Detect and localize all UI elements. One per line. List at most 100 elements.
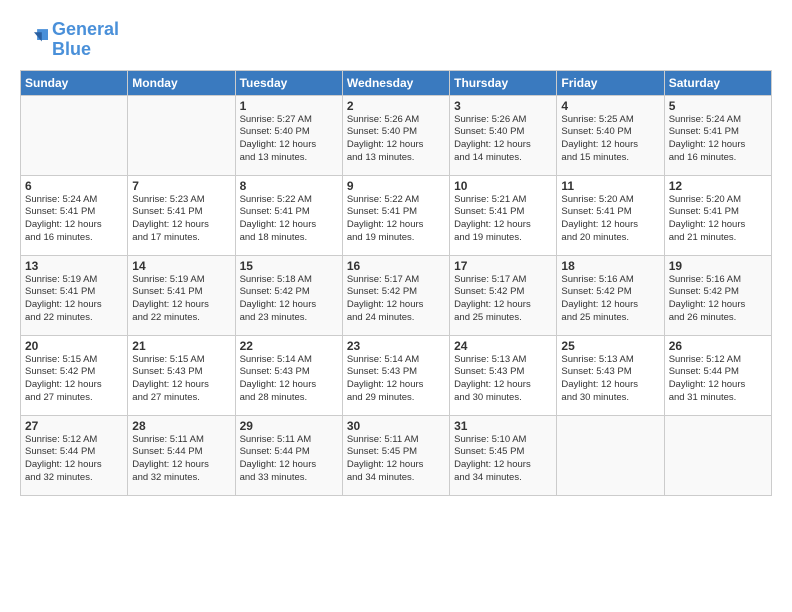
week-row-4: 20Sunrise: 5:15 AM Sunset: 5:42 PM Dayli… xyxy=(21,335,772,415)
day-info: Sunrise: 5:14 AM Sunset: 5:43 PM Dayligh… xyxy=(347,354,445,405)
day-info: Sunrise: 5:20 AM Sunset: 5:41 PM Dayligh… xyxy=(669,194,767,245)
day-number: 5 xyxy=(669,99,767,113)
calendar-cell: 20Sunrise: 5:15 AM Sunset: 5:42 PM Dayli… xyxy=(21,335,128,415)
day-number: 17 xyxy=(454,259,552,273)
day-number: 10 xyxy=(454,179,552,193)
logo-icon xyxy=(20,26,48,54)
calendar-cell: 27Sunrise: 5:12 AM Sunset: 5:44 PM Dayli… xyxy=(21,415,128,495)
day-number: 23 xyxy=(347,339,445,353)
calendar-cell: 29Sunrise: 5:11 AM Sunset: 5:44 PM Dayli… xyxy=(235,415,342,495)
day-header-wednesday: Wednesday xyxy=(342,70,449,95)
day-header-saturday: Saturday xyxy=(664,70,771,95)
day-info: Sunrise: 5:12 AM Sunset: 5:44 PM Dayligh… xyxy=(669,354,767,405)
day-info: Sunrise: 5:23 AM Sunset: 5:41 PM Dayligh… xyxy=(132,194,230,245)
day-number: 9 xyxy=(347,179,445,193)
day-number: 16 xyxy=(347,259,445,273)
calendar-cell: 10Sunrise: 5:21 AM Sunset: 5:41 PM Dayli… xyxy=(450,175,557,255)
day-info: Sunrise: 5:16 AM Sunset: 5:42 PM Dayligh… xyxy=(669,274,767,325)
calendar-cell: 31Sunrise: 5:10 AM Sunset: 5:45 PM Dayli… xyxy=(450,415,557,495)
day-info: Sunrise: 5:22 AM Sunset: 5:41 PM Dayligh… xyxy=(347,194,445,245)
calendar-cell: 24Sunrise: 5:13 AM Sunset: 5:43 PM Dayli… xyxy=(450,335,557,415)
day-number: 26 xyxy=(669,339,767,353)
day-info: Sunrise: 5:19 AM Sunset: 5:41 PM Dayligh… xyxy=(25,274,123,325)
calendar-cell: 5Sunrise: 5:24 AM Sunset: 5:41 PM Daylig… xyxy=(664,95,771,175)
calendar-cell: 3Sunrise: 5:26 AM Sunset: 5:40 PM Daylig… xyxy=(450,95,557,175)
calendar-cell: 2Sunrise: 5:26 AM Sunset: 5:40 PM Daylig… xyxy=(342,95,449,175)
day-number: 3 xyxy=(454,99,552,113)
day-number: 25 xyxy=(561,339,659,353)
calendar-cell: 9Sunrise: 5:22 AM Sunset: 5:41 PM Daylig… xyxy=(342,175,449,255)
day-number: 24 xyxy=(454,339,552,353)
day-info: Sunrise: 5:24 AM Sunset: 5:41 PM Dayligh… xyxy=(25,194,123,245)
day-header-sunday: Sunday xyxy=(21,70,128,95)
day-header-tuesday: Tuesday xyxy=(235,70,342,95)
calendar-cell: 16Sunrise: 5:17 AM Sunset: 5:42 PM Dayli… xyxy=(342,255,449,335)
header-row: SundayMondayTuesdayWednesdayThursdayFrid… xyxy=(21,70,772,95)
calendar-table: SundayMondayTuesdayWednesdayThursdayFrid… xyxy=(20,70,772,496)
day-info: Sunrise: 5:22 AM Sunset: 5:41 PM Dayligh… xyxy=(240,194,338,245)
day-info: Sunrise: 5:13 AM Sunset: 5:43 PM Dayligh… xyxy=(561,354,659,405)
calendar-cell: 22Sunrise: 5:14 AM Sunset: 5:43 PM Dayli… xyxy=(235,335,342,415)
week-row-2: 6Sunrise: 5:24 AM Sunset: 5:41 PM Daylig… xyxy=(21,175,772,255)
day-info: Sunrise: 5:13 AM Sunset: 5:43 PM Dayligh… xyxy=(454,354,552,405)
day-info: Sunrise: 5:17 AM Sunset: 5:42 PM Dayligh… xyxy=(454,274,552,325)
day-number: 14 xyxy=(132,259,230,273)
day-number: 27 xyxy=(25,419,123,433)
day-number: 6 xyxy=(25,179,123,193)
day-number: 15 xyxy=(240,259,338,273)
calendar-cell: 21Sunrise: 5:15 AM Sunset: 5:43 PM Dayli… xyxy=(128,335,235,415)
day-info: Sunrise: 5:15 AM Sunset: 5:42 PM Dayligh… xyxy=(25,354,123,405)
day-info: Sunrise: 5:16 AM Sunset: 5:42 PM Dayligh… xyxy=(561,274,659,325)
day-number: 22 xyxy=(240,339,338,353)
day-info: Sunrise: 5:17 AM Sunset: 5:42 PM Dayligh… xyxy=(347,274,445,325)
calendar-cell: 11Sunrise: 5:20 AM Sunset: 5:41 PM Dayli… xyxy=(557,175,664,255)
day-number: 29 xyxy=(240,419,338,433)
week-row-3: 13Sunrise: 5:19 AM Sunset: 5:41 PM Dayli… xyxy=(21,255,772,335)
calendar-cell: 7Sunrise: 5:23 AM Sunset: 5:41 PM Daylig… xyxy=(128,175,235,255)
day-info: Sunrise: 5:11 AM Sunset: 5:45 PM Dayligh… xyxy=(347,434,445,485)
calendar-cell: 17Sunrise: 5:17 AM Sunset: 5:42 PM Dayli… xyxy=(450,255,557,335)
day-info: Sunrise: 5:11 AM Sunset: 5:44 PM Dayligh… xyxy=(240,434,338,485)
day-number: 8 xyxy=(240,179,338,193)
page-header: General Blue xyxy=(20,20,772,60)
day-info: Sunrise: 5:24 AM Sunset: 5:41 PM Dayligh… xyxy=(669,114,767,165)
day-info: Sunrise: 5:12 AM Sunset: 5:44 PM Dayligh… xyxy=(25,434,123,485)
day-info: Sunrise: 5:19 AM Sunset: 5:41 PM Dayligh… xyxy=(132,274,230,325)
calendar-cell: 12Sunrise: 5:20 AM Sunset: 5:41 PM Dayli… xyxy=(664,175,771,255)
calendar-cell xyxy=(128,95,235,175)
day-info: Sunrise: 5:14 AM Sunset: 5:43 PM Dayligh… xyxy=(240,354,338,405)
calendar-cell: 8Sunrise: 5:22 AM Sunset: 5:41 PM Daylig… xyxy=(235,175,342,255)
calendar-cell xyxy=(21,95,128,175)
day-number: 11 xyxy=(561,179,659,193)
calendar-cell: 30Sunrise: 5:11 AM Sunset: 5:45 PM Dayli… xyxy=(342,415,449,495)
day-header-monday: Monday xyxy=(128,70,235,95)
calendar-cell xyxy=(664,415,771,495)
day-number: 13 xyxy=(25,259,123,273)
day-number: 20 xyxy=(25,339,123,353)
week-row-5: 27Sunrise: 5:12 AM Sunset: 5:44 PM Dayli… xyxy=(21,415,772,495)
day-number: 31 xyxy=(454,419,552,433)
calendar-cell: 28Sunrise: 5:11 AM Sunset: 5:44 PM Dayli… xyxy=(128,415,235,495)
day-info: Sunrise: 5:18 AM Sunset: 5:42 PM Dayligh… xyxy=(240,274,338,325)
logo-text: General Blue xyxy=(52,20,119,60)
day-info: Sunrise: 5:26 AM Sunset: 5:40 PM Dayligh… xyxy=(347,114,445,165)
day-info: Sunrise: 5:15 AM Sunset: 5:43 PM Dayligh… xyxy=(132,354,230,405)
day-number: 28 xyxy=(132,419,230,433)
day-number: 19 xyxy=(669,259,767,273)
day-header-thursday: Thursday xyxy=(450,70,557,95)
calendar-cell: 6Sunrise: 5:24 AM Sunset: 5:41 PM Daylig… xyxy=(21,175,128,255)
calendar-cell: 1Sunrise: 5:27 AM Sunset: 5:40 PM Daylig… xyxy=(235,95,342,175)
calendar-cell: 13Sunrise: 5:19 AM Sunset: 5:41 PM Dayli… xyxy=(21,255,128,335)
day-info: Sunrise: 5:21 AM Sunset: 5:41 PM Dayligh… xyxy=(454,194,552,245)
calendar-cell: 19Sunrise: 5:16 AM Sunset: 5:42 PM Dayli… xyxy=(664,255,771,335)
day-info: Sunrise: 5:11 AM Sunset: 5:44 PM Dayligh… xyxy=(132,434,230,485)
day-info: Sunrise: 5:26 AM Sunset: 5:40 PM Dayligh… xyxy=(454,114,552,165)
day-number: 4 xyxy=(561,99,659,113)
calendar-cell: 26Sunrise: 5:12 AM Sunset: 5:44 PM Dayli… xyxy=(664,335,771,415)
day-number: 30 xyxy=(347,419,445,433)
calendar-cell xyxy=(557,415,664,495)
day-number: 2 xyxy=(347,99,445,113)
day-number: 7 xyxy=(132,179,230,193)
day-number: 18 xyxy=(561,259,659,273)
day-header-friday: Friday xyxy=(557,70,664,95)
